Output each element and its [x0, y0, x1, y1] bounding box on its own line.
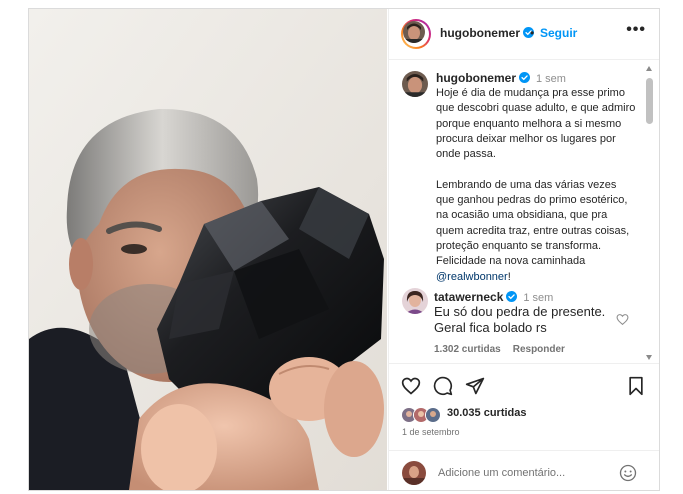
mention-link[interactable]: @realwbonner	[436, 271, 508, 283]
scrollbar-thumb[interactable]	[646, 78, 653, 124]
author-username[interactable]: hugobonemer	[440, 26, 534, 40]
post-photo[interactable]	[29, 9, 387, 490]
liker-avatar[interactable]	[425, 407, 441, 423]
post-sidebar: hugobonemer • Seguir ••• hugobonemer 1 se…	[388, 9, 659, 490]
verified-icon	[506, 291, 518, 302]
avatar[interactable]	[403, 21, 425, 43]
share-icon[interactable]	[465, 376, 485, 396]
comment-username[interactable]: tatawerneck	[434, 290, 518, 304]
comment-composer	[389, 450, 659, 490]
author-avatar-ring[interactable]	[401, 19, 431, 49]
post-date[interactable]: 1 de setembro	[402, 427, 460, 437]
comment-likes[interactable]: 1.302 curtidas	[434, 344, 501, 355]
avatar[interactable]	[402, 461, 426, 485]
heart-icon[interactable]	[401, 376, 421, 396]
instagram-post: hugobonemer • Seguir ••• hugobonemer 1 se…	[28, 8, 660, 491]
reply-button[interactable]: Responder	[513, 344, 565, 355]
comments-scroll-area[interactable]: hugobonemer 1 sem Hoje é dia de mudança p…	[389, 60, 659, 362]
verified-icon	[519, 72, 530, 83]
scroll-down-arrow[interactable]	[646, 355, 652, 360]
scroll-up-arrow[interactable]	[646, 66, 652, 71]
avatar[interactable]	[402, 71, 428, 97]
more-icon[interactable]: •••	[626, 21, 646, 39]
caption-username[interactable]: hugobonemer	[436, 71, 530, 85]
post-header: hugobonemer • Seguir •••	[389, 9, 659, 60]
comment-header: tatawerneck 1 sem	[434, 290, 553, 304]
comment-icon[interactable]	[433, 376, 453, 396]
caption-time[interactable]: 1 sem	[536, 73, 566, 85]
scrollbar[interactable]	[645, 64, 654, 361]
comment-like-heart-icon[interactable]	[616, 313, 629, 326]
caption-end: !	[507, 270, 511, 283]
follow-button[interactable]: Seguir	[540, 26, 577, 40]
comment-time[interactable]: 1 sem	[523, 292, 553, 304]
comment-text: Eu só dou pedra de presente. Geral fica …	[434, 304, 606, 335]
caption-body: Hoje é dia de mudança pra esse primo que…	[436, 87, 636, 268]
comment-input[interactable]	[438, 465, 608, 481]
comment-meta: 1.302 curtidas Responder	[434, 344, 577, 355]
likes-count[interactable]: 30.035 curtidas	[447, 407, 527, 419]
caption-text: Hoje é dia de mudança pra esse primo que…	[436, 86, 636, 285]
post-actions: 30.035 curtidas 1 de setembro	[389, 363, 659, 454]
avatar[interactable]	[402, 288, 428, 314]
bookmark-icon[interactable]	[626, 376, 646, 396]
caption-header: hugobonemer 1 sem	[436, 71, 566, 85]
separator-dot: •	[530, 26, 535, 40]
emoji-icon[interactable]	[619, 464, 637, 482]
